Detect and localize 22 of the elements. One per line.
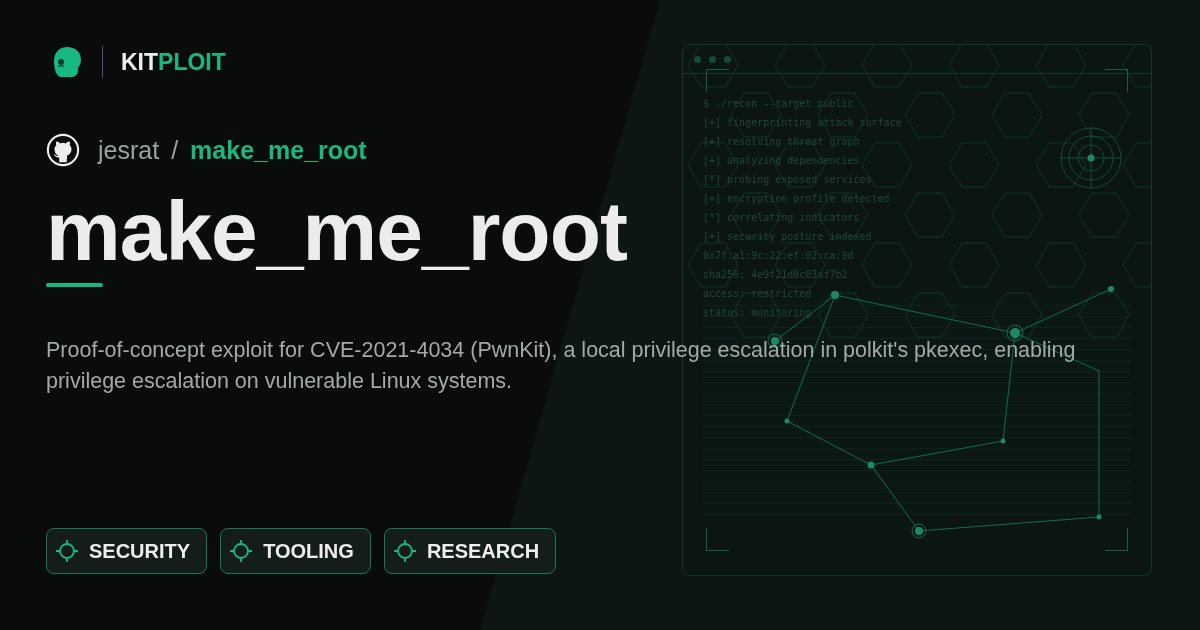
window-dot xyxy=(694,55,701,63)
tag-chip: TOOLING xyxy=(220,528,371,574)
path-separator: / xyxy=(171,135,179,165)
page-title: make_me_root xyxy=(46,183,627,279)
corner-bracket xyxy=(1105,69,1128,92)
window-dot xyxy=(709,55,716,63)
title-underline xyxy=(46,283,103,287)
github-icon xyxy=(46,133,80,167)
crosshair-icon xyxy=(55,539,79,563)
crosshair-icon xyxy=(229,539,254,563)
description: Proof-of-concept exploit for CVE-2021-4034 (PwnKit), a local privilege escalation in polkit's pkexec, enabling privilege escalation on vulnerable Linux systems. xyxy=(46,337,1077,395)
corner-bracket xyxy=(1105,528,1128,551)
target-icon xyxy=(1059,126,1123,190)
tag-chip: SECURITY xyxy=(46,528,208,574)
corner-bracket xyxy=(706,69,729,92)
tag-chip: RESEARCH xyxy=(383,528,557,574)
crosshair-icon xyxy=(392,539,417,563)
corner-bracket xyxy=(706,528,729,551)
window-dot xyxy=(724,55,731,63)
brand-name: KITPLOIT xyxy=(121,48,226,76)
repo-owner: jesrat xyxy=(98,135,160,165)
repo-name: make_me_root xyxy=(190,135,367,165)
